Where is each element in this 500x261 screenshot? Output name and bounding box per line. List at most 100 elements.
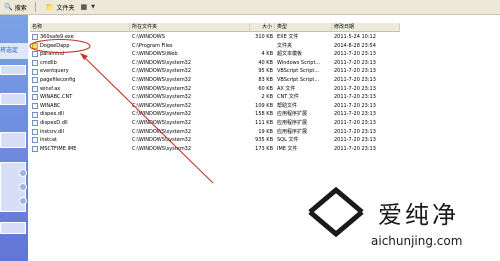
expand-chevron-icon[interactable] xyxy=(19,183,27,191)
file-date: 2011-7-20 23:13 xyxy=(334,59,376,66)
file-type: 应用程序扩展 xyxy=(277,119,308,126)
file-name: cmdlib xyxy=(40,59,57,66)
pane-label: 将选定 xyxy=(0,43,28,59)
file-size: 310 KB xyxy=(255,34,273,40)
column-header-name[interactable]: 名称 xyxy=(30,23,130,32)
file-location: C:\WINDOWS\system32 xyxy=(132,145,192,152)
file-date: 2011-7-20 23:13 xyxy=(334,145,376,152)
search-icon: 🔍 xyxy=(4,2,13,11)
file-location: C:\WINDOWS\system32 xyxy=(132,85,192,92)
file-size: 60 KB xyxy=(258,85,273,92)
view-icon: ▦ xyxy=(80,2,88,11)
file-date: 2011-7-20 23:13 xyxy=(334,68,376,75)
file-location: C:\Program Files xyxy=(132,42,173,49)
table-row[interactable]: winsf.ax C:\WINDOWS\system32 60 KB AX 文件… xyxy=(30,85,400,94)
file-name: pagefileconfig xyxy=(40,76,76,83)
table-row[interactable]: WINABC C:\WINDOWS\system32 109 KB 帮助文件 2… xyxy=(30,102,400,111)
file-size: 158 KB xyxy=(255,111,273,118)
table-row[interactable]: paramind C:\WINDOWS\Web 4 KB 超文本模板 2011-… xyxy=(30,50,400,59)
file-type: EXE 文件 xyxy=(277,34,299,40)
folders-button[interactable]: 📁 文件夹 xyxy=(44,1,77,14)
table-row[interactable]: 360safe9.exe C:\WINDOWS 310 KB EXE 文件 20… xyxy=(30,33,400,42)
file-icon xyxy=(32,77,38,84)
view-button[interactable]: ▦ ▼ xyxy=(78,1,96,14)
file-name: paramind xyxy=(40,51,64,58)
pane-input[interactable] xyxy=(0,65,26,75)
results-list: 360safe9.exe C:\WINDOWS 310 KB EXE 文件 20… xyxy=(30,33,400,153)
file-icon xyxy=(32,60,38,67)
table-row[interactable]: dispexD.dll C:\WINDOWS\system32 111 KB 应… xyxy=(30,119,400,128)
file-date: 2011-7-20 23:13 xyxy=(334,119,376,126)
file-location: C:\WINDOWS xyxy=(132,34,165,40)
column-header-size[interactable]: 大小 xyxy=(250,23,275,32)
search-companion-pane: 将选定 xyxy=(0,15,28,261)
column-header-modified[interactable]: 修改日期 xyxy=(332,23,400,32)
expand-chevron-icon[interactable] xyxy=(19,197,27,205)
file-size: 40 KB xyxy=(258,59,273,66)
table-row[interactable]: instsrv.dll C:\WINDOWS\system32 19 KB 应用… xyxy=(30,128,400,137)
table-row[interactable]: cmdlib C:\WINDOWS\system32 40 KB Windows… xyxy=(30,59,400,68)
file-icon xyxy=(32,120,38,127)
file-icon xyxy=(32,146,38,153)
pane-search-button[interactable] xyxy=(0,222,26,234)
table-row[interactable]: eventquery C:\WINDOWS\system32 95 KB VBS… xyxy=(30,67,400,76)
file-type: VBScript Script... xyxy=(277,76,320,83)
table-row[interactable]: dispex.dll C:\WINDOWS\system32 158 KB 应用… xyxy=(30,110,400,119)
file-location: C:\WINDOWS\system32 xyxy=(132,102,192,109)
file-icon xyxy=(32,51,38,58)
file-size: 95 KB xyxy=(258,68,273,75)
column-header-location[interactable]: 所在文件夹 xyxy=(130,23,250,32)
file-icon xyxy=(32,85,38,92)
file-type: 应用程序扩展 xyxy=(277,128,308,135)
table-row[interactable]: instcat C:\WINDOWS\system32 935 KB SQL 文… xyxy=(30,136,400,145)
file-date: 2011-7-20 23:13 xyxy=(334,102,376,109)
file-location: C:\WINDOWS\system32 xyxy=(132,111,192,118)
toolbar-divider xyxy=(34,2,36,12)
file-location: C:\WINDOWS\system32 xyxy=(132,68,192,75)
file-name: eventquery xyxy=(40,68,69,75)
file-type: IME 文件 xyxy=(277,145,298,152)
pane-dropdown[interactable] xyxy=(0,132,26,148)
column-header-type[interactable]: 类型 xyxy=(275,23,332,32)
file-date: 2011-7-20 23:13 xyxy=(334,76,376,83)
file-name: MSCTFIME.IME xyxy=(40,145,77,152)
folder-icon: 📁 xyxy=(45,2,55,11)
pane-input[interactable] xyxy=(0,93,26,105)
file-date: 2011-7-20 23:13 xyxy=(334,51,376,58)
file-location: C:\WINDOWS\system32 xyxy=(132,137,192,144)
file-date: 2011-7-20 23:13 xyxy=(334,137,376,144)
file-size: 19 KB xyxy=(258,128,273,135)
file-size: 2 KB xyxy=(261,94,273,101)
table-row[interactable]: DogeeDapp C:\Program Files 文件夹 2014-8-28… xyxy=(30,42,400,51)
file-name: dispexD.dll xyxy=(40,119,68,126)
expand-chevron-icon[interactable] xyxy=(19,169,27,177)
file-size: 4 KB xyxy=(261,51,273,58)
file-date: 2014-8-28 23:54 xyxy=(334,42,376,49)
file-size: 111 KB xyxy=(255,119,273,126)
table-row[interactable]: WINABC.CNT C:\WINDOWS\system32 2 KB CNT … xyxy=(30,93,400,102)
file-location: C:\WINDOWS\system32 xyxy=(132,76,192,83)
file-location: C:\WINDOWS\system32 xyxy=(132,59,192,66)
file-name: DogeeDapp xyxy=(40,42,70,49)
file-icon xyxy=(32,103,38,110)
table-row[interactable]: pagefileconfig C:\WINDOWS\system32 83 KB… xyxy=(30,76,400,85)
file-icon xyxy=(32,68,38,75)
brand-logo-icon xyxy=(308,186,364,238)
file-location: C:\WINDOWS\system32 xyxy=(132,128,192,135)
file-location: C:\WINDOWS\system32 xyxy=(132,119,192,126)
file-size: 109 KB xyxy=(255,102,273,109)
file-name: winsf.ax xyxy=(40,85,61,92)
file-name: WINABC xyxy=(40,102,61,109)
file-location: C:\WINDOWS\system32 xyxy=(132,94,192,101)
table-row[interactable]: MSCTFIME.IME C:\WINDOWS\system32 173 KB … xyxy=(30,145,400,154)
file-icon xyxy=(32,34,38,41)
file-type: AX 文件 xyxy=(277,85,296,92)
file-name: WINABC.CNT xyxy=(40,94,73,101)
file-size: 935 KB xyxy=(255,137,273,144)
file-name: dispex.dll xyxy=(40,111,64,118)
search-button[interactable]: 🔍 搜索 xyxy=(2,1,29,14)
folders-button-label: 文件夹 xyxy=(56,4,75,12)
file-name: 360safe9.exe xyxy=(40,34,74,40)
file-type: Windows Script... xyxy=(277,59,321,66)
file-date: 2011-7-20 23:13 xyxy=(334,94,376,101)
